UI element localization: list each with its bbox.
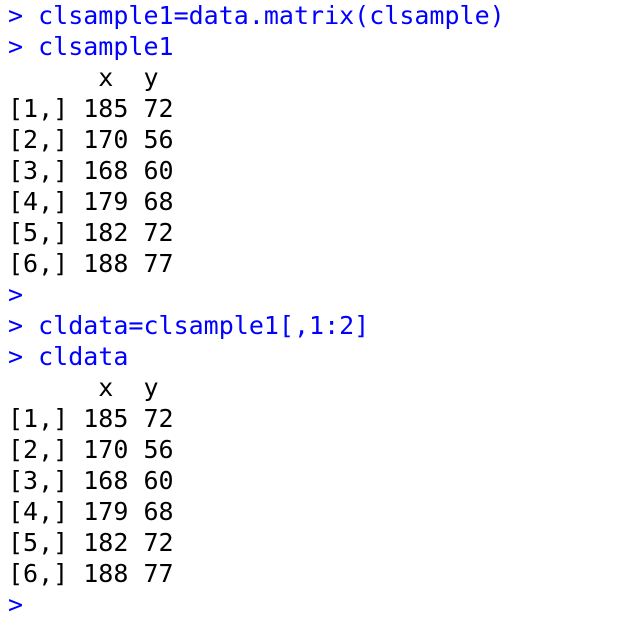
console-input-line: > cldata=clsample1[,1:2] [8, 311, 370, 340]
matrix-row: [5,] 182 72 [8, 218, 174, 247]
console-input-line: > cldata [8, 342, 129, 371]
matrix-header-row: x y [8, 63, 159, 92]
console-input-line: > clsample1 [8, 32, 174, 61]
matrix-row: [3,] 168 60 [8, 466, 174, 495]
r-console[interactable]: > clsample1=data.matrix(clsample) > clsa… [0, 0, 629, 620]
matrix-row: [6,] 188 77 [8, 559, 174, 588]
matrix-row: [1,] 185 72 [8, 94, 174, 123]
matrix-row: [5,] 182 72 [8, 528, 174, 557]
matrix-row: [1,] 185 72 [8, 404, 174, 433]
console-prompt: > [8, 280, 24, 309]
console-active-prompt[interactable]: > [8, 589, 629, 620]
matrix-row: [3,] 168 60 [8, 156, 174, 185]
matrix-row: [4,] 179 68 [8, 497, 174, 526]
matrix-row: [6,] 188 77 [8, 249, 174, 278]
matrix-header-row: x y [8, 373, 159, 402]
console-input-line: > clsample1=data.matrix(clsample) [8, 1, 505, 30]
matrix-row: [2,] 170 56 [8, 125, 174, 154]
matrix-row: [2,] 170 56 [8, 435, 174, 464]
matrix-row: [4,] 179 68 [8, 187, 174, 216]
